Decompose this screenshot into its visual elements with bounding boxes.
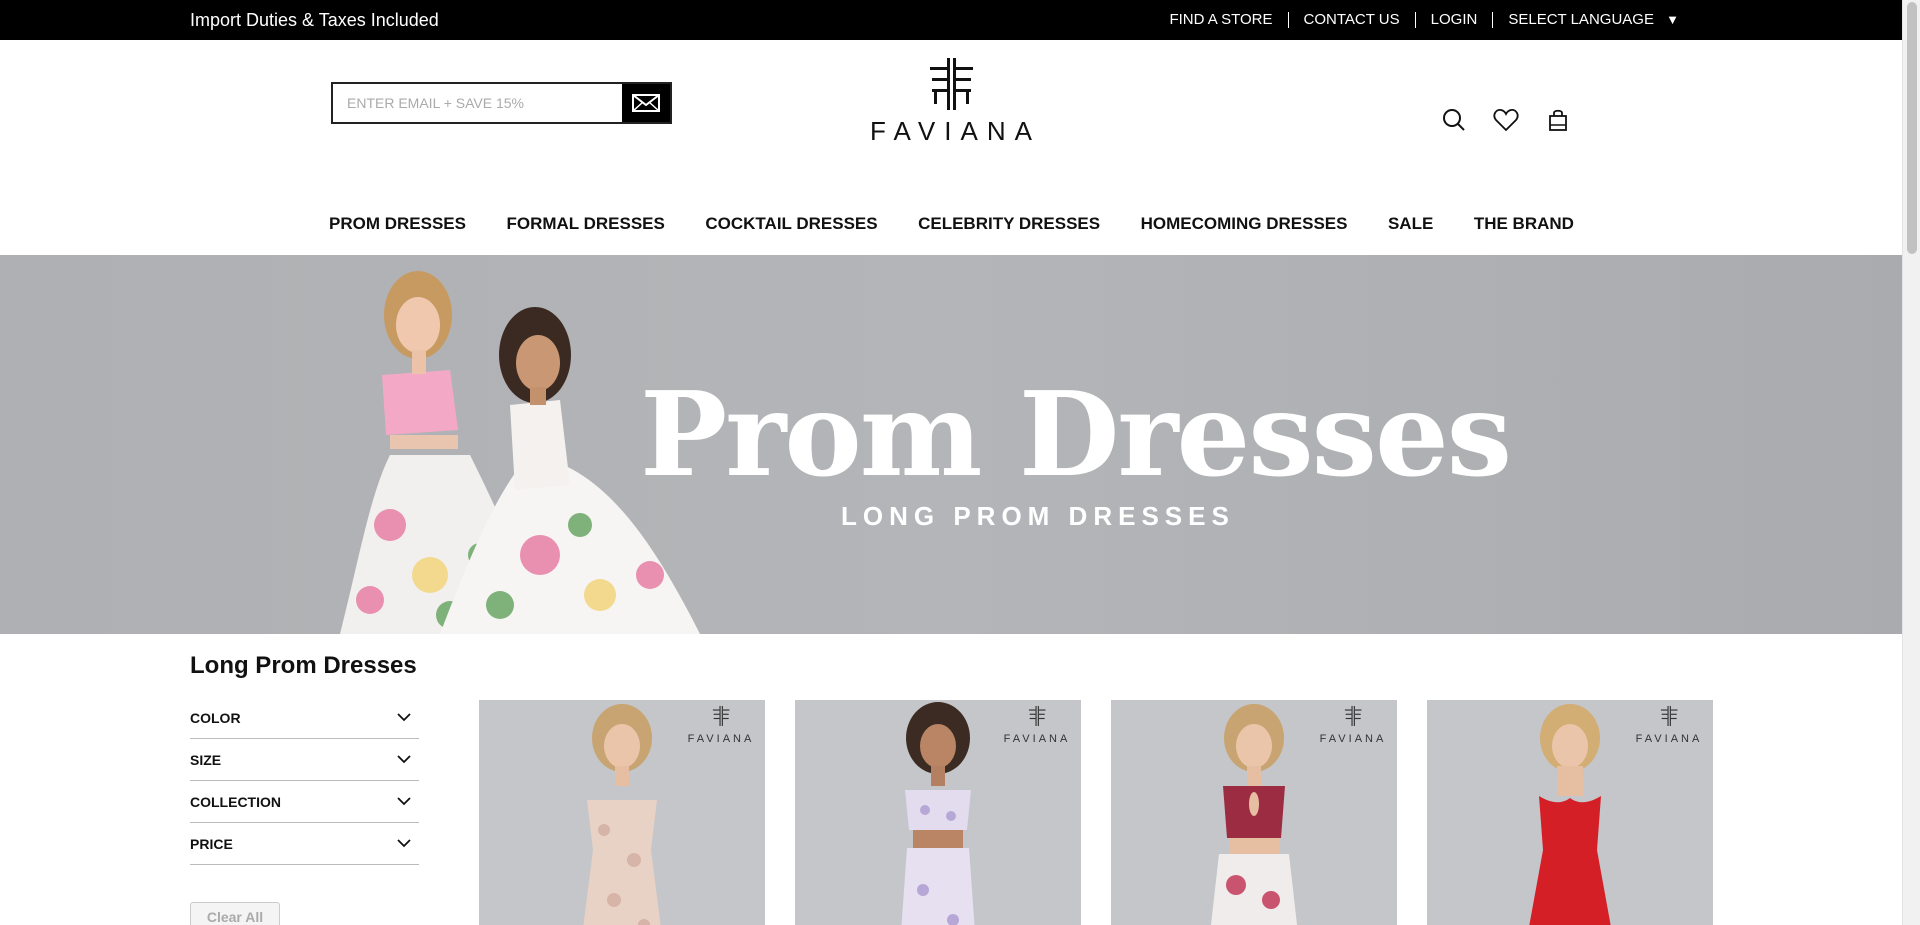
filter-color[interactable]: COLOR: [190, 697, 419, 739]
hero-banner: Prom Dresses LONG PROM DRESSES: [0, 255, 1902, 634]
card-brand-text: FAVIANA: [1003, 733, 1071, 745]
filter-label: SIZE: [190, 751, 222, 768]
nav-formal-dresses[interactable]: FORMAL DRESSES: [506, 214, 664, 234]
chevron-down-icon: [397, 713, 411, 722]
filter-label: PRICE: [190, 835, 233, 852]
email-signup-input[interactable]: [333, 84, 622, 122]
nav-celebrity-dresses[interactable]: CELEBRITY DRESSES: [918, 214, 1100, 234]
search-button[interactable]: [1440, 106, 1468, 134]
filter-panel: COLOR SIZE COLLECTION PRICE: [190, 697, 419, 865]
page-scrollbar[interactable]: [1902, 0, 1920, 925]
faviana-monogram-icon: [1344, 706, 1362, 726]
nav-sale[interactable]: SALE: [1388, 214, 1433, 234]
filter-size[interactable]: SIZE: [190, 739, 419, 781]
card-brandmark: FAVIANA: [1629, 706, 1709, 745]
header-actions: [1440, 106, 1572, 134]
faviana-logo[interactable]: FAVIANA: [856, 58, 1046, 148]
card-brand-text: FAVIANA: [687, 733, 755, 745]
faviana-monogram-icon: [712, 706, 730, 726]
faviana-monogram-icon: [930, 58, 973, 110]
hero-subtitle: LONG PROM DRESSES: [841, 501, 1235, 531]
faviana-monogram-icon: [1660, 706, 1678, 726]
envelope-icon: [632, 94, 660, 112]
product-card[interactable]: FAVIANA: [1111, 700, 1397, 925]
card-brand-text: FAVIANA: [1319, 733, 1387, 745]
nav-cocktail-dresses[interactable]: COCKTAIL DRESSES: [705, 214, 877, 234]
select-language-label: SELECT LANGUAGE: [1508, 11, 1654, 28]
chevron-down-icon: [397, 755, 411, 764]
top-bar: Import Duties & Taxes Included FIND A ST…: [0, 0, 1902, 40]
cart-button[interactable]: [1544, 106, 1572, 134]
card-brandmark: FAVIANA: [997, 706, 1077, 745]
utility-links: FIND A STORE CONTACT US LOGIN SELECT LAN…: [1154, 12, 1694, 28]
product-card[interactable]: FAVIANA: [795, 700, 1081, 925]
card-brandmark: FAVIANA: [681, 706, 761, 745]
filter-label: COLOR: [190, 709, 241, 726]
hero-title: Prom Dresses: [640, 367, 1512, 503]
find-a-store-link[interactable]: FIND A STORE: [1154, 12, 1287, 28]
logo-wordmark: FAVIANA: [870, 116, 1041, 146]
category-title: Long Prom Dresses: [190, 652, 417, 679]
login-link[interactable]: LOGIN: [1414, 12, 1493, 28]
filter-label: COLLECTION: [190, 793, 281, 810]
filter-collection[interactable]: COLLECTION: [190, 781, 419, 823]
nav-the-brand[interactable]: THE BRAND: [1474, 214, 1574, 234]
select-language-dropdown[interactable]: SELECT LANGUAGE ▼: [1492, 12, 1694, 28]
email-submit-button[interactable]: [622, 84, 670, 122]
product-card[interactable]: FAVIANA: [1427, 700, 1713, 925]
card-brandmark: FAVIANA: [1313, 706, 1393, 745]
nav-prom-dresses[interactable]: PROM DRESSES: [329, 214, 466, 234]
main-nav: PROM DRESSES FORMAL DRESSES COCKTAIL DRE…: [329, 214, 1574, 234]
faviana-monogram-icon: [1028, 706, 1046, 726]
wishlist-button[interactable]: [1492, 106, 1520, 134]
contact-us-link[interactable]: CONTACT US: [1287, 12, 1415, 28]
product-grid: FAVIANA FAVIANA FAVIANA FAVIANA: [479, 700, 1713, 925]
heart-icon: [1493, 109, 1519, 132]
scrollbar-thumb[interactable]: [1907, 2, 1917, 254]
chevron-down-icon: [397, 797, 411, 806]
clear-all-button[interactable]: Clear All: [190, 902, 280, 925]
product-card[interactable]: FAVIANA: [479, 700, 765, 925]
caret-down-icon: ▼: [1666, 12, 1679, 27]
nav-homecoming-dresses[interactable]: HOMECOMING DRESSES: [1141, 214, 1348, 234]
email-signup-form: [331, 82, 672, 124]
search-icon: [1443, 109, 1465, 131]
chevron-down-icon: [397, 839, 411, 848]
filter-price[interactable]: PRICE: [190, 823, 419, 865]
card-brand-text: FAVIANA: [1635, 733, 1703, 745]
bag-icon: [1549, 109, 1567, 131]
duties-promo-text: Import Duties & Taxes Included: [190, 10, 439, 30]
